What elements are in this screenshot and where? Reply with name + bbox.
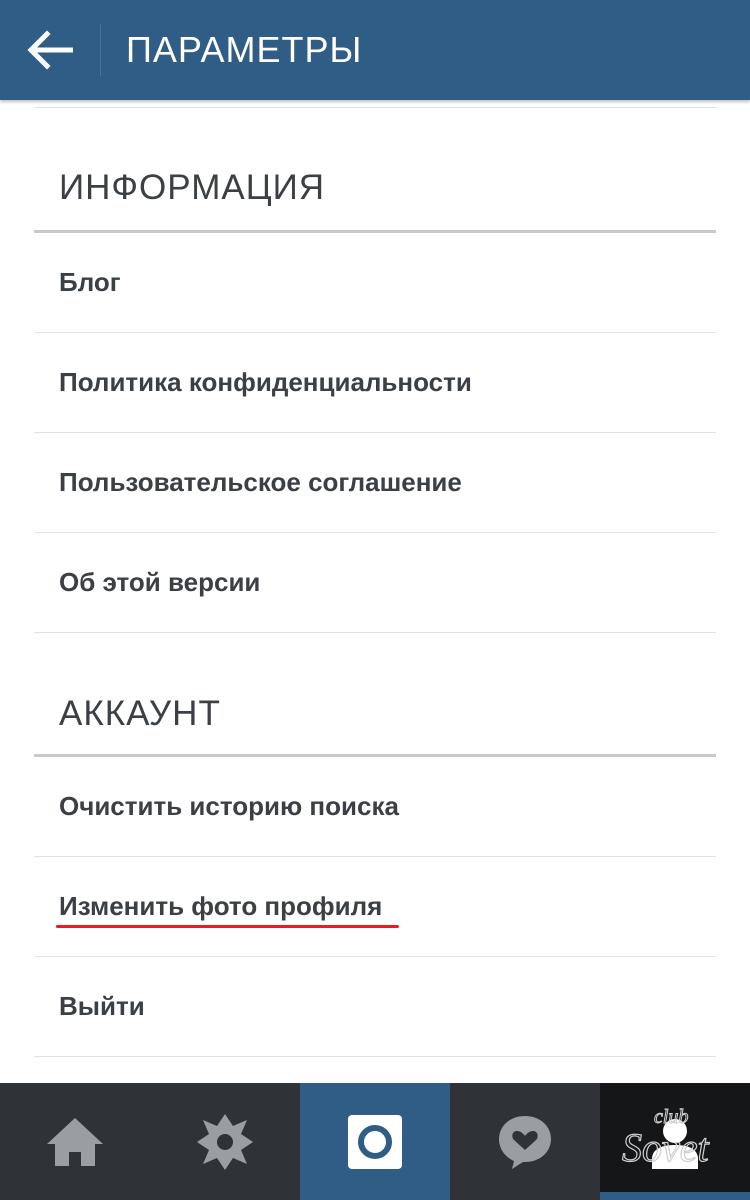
section-title-info: ИНФОРМАЦИЯ (59, 168, 326, 207)
red-underline-annotation (56, 925, 399, 928)
section-title-account: АККАУНТ (59, 694, 221, 733)
settings-item-change-profile-photo[interactable]: Изменить фото профиля (34, 857, 716, 957)
settings-item-label: Об этой версии (59, 567, 261, 597)
back-button[interactable] (0, 0, 100, 100)
settings-item-label: Блог (59, 267, 121, 297)
nav-tab-activity[interactable] (450, 1083, 600, 1200)
page-title: ПАРАМЕТРЫ (126, 29, 363, 70)
nav-tab-camera[interactable] (300, 1083, 450, 1200)
nav-tab-explore[interactable] (150, 1083, 300, 1200)
settings-item-label: Изменить фото профиля (59, 891, 383, 921)
settings-item-logout[interactable]: Выйти (34, 957, 716, 1057)
profile-icon (652, 1118, 698, 1169)
home-icon (47, 1117, 103, 1166)
app-header: ПАРАМЕТРЫ (0, 0, 750, 100)
active-tab-indicator (600, 1192, 750, 1200)
activity-heart-icon (499, 1115, 551, 1169)
arrow-left-icon (27, 30, 73, 70)
settings-item-label: Очистить историю поиска (59, 791, 399, 821)
settings-screen: ПАРАМЕТРЫ ИНФОРМАЦИЯ Блог Политика конфи… (0, 0, 750, 1200)
settings-item-privacy-policy[interactable]: Политика конфиденциальности (34, 333, 716, 433)
explore-icon (197, 1113, 253, 1170)
settings-list: ИНФОРМАЦИЯ Блог Политика конфиденциально… (0, 100, 750, 1083)
bottom-navigation: club Sovet (0, 1083, 750, 1200)
camera-icon (348, 1114, 402, 1169)
settings-item-blog[interactable]: Блог (34, 233, 716, 333)
settings-item-label: Выйти (59, 991, 145, 1021)
settings-item-label: Пользовательское соглашение (59, 467, 462, 497)
settings-item-about-version[interactable]: Об этой версии (34, 533, 716, 633)
settings-item-clear-search-history[interactable]: Очистить историю поиска (34, 757, 716, 857)
header-divider (100, 24, 101, 76)
settings-item-label: Политика конфиденциальности (59, 367, 472, 397)
divider (34, 107, 716, 108)
settings-item-terms[interactable]: Пользовательское соглашение (34, 433, 716, 533)
nav-tab-home[interactable] (0, 1083, 150, 1200)
nav-tab-profile[interactable]: club Sovet (600, 1083, 750, 1200)
